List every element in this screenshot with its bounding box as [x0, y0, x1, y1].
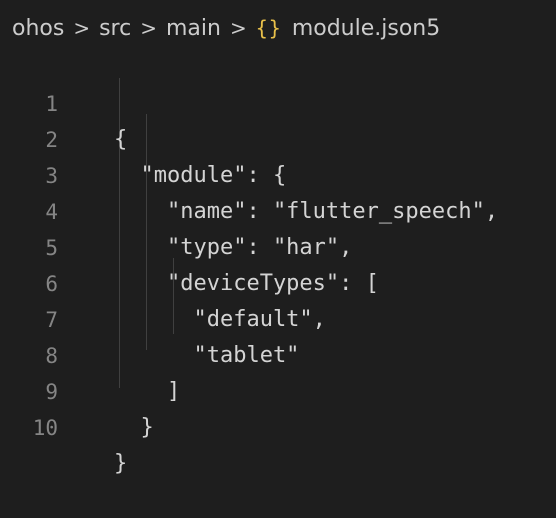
code-line[interactable]: 3 "name": "flutter_speech", [0, 122, 556, 224]
chevron-right-icon: > [229, 16, 247, 40]
code-line[interactable]: 9 } [0, 338, 556, 440]
json-braces-icon: {} [255, 16, 282, 40]
breadcrumb-item-src[interactable]: src [99, 16, 131, 41]
line-number: 10 [32, 416, 58, 440]
code-line[interactable]: 10 } [0, 374, 556, 476]
breadcrumb-item-file[interactable]: module.json5 [292, 16, 440, 41]
code-text: } [114, 451, 128, 476]
breadcrumb-item-ohos[interactable]: ohos [12, 16, 64, 41]
code-line[interactable]: 5 "deviceTypes": [ [0, 194, 556, 296]
chevron-right-icon: > [140, 16, 157, 40]
code-line[interactable]: 8 ] [0, 302, 556, 404]
code-line[interactable]: 7 "tablet" [0, 266, 556, 368]
code-line[interactable]: 6 "default", [0, 230, 556, 332]
code-editor[interactable]: 1 { 2 "module": { 3 "name": "flutter_spe… [0, 50, 556, 476]
chevron-right-icon: > [73, 16, 91, 40]
code-line[interactable]: 4 "type": "har", [0, 158, 556, 260]
code-line[interactable]: 2 "module": { [0, 86, 556, 188]
breadcrumb-item-main[interactable]: main [166, 16, 221, 41]
code-line[interactable]: 1 { [0, 50, 556, 152]
code-text: } [114, 415, 154, 440]
breadcrumb: ohos > src > main > {} module.json5 [12, 0, 440, 56]
